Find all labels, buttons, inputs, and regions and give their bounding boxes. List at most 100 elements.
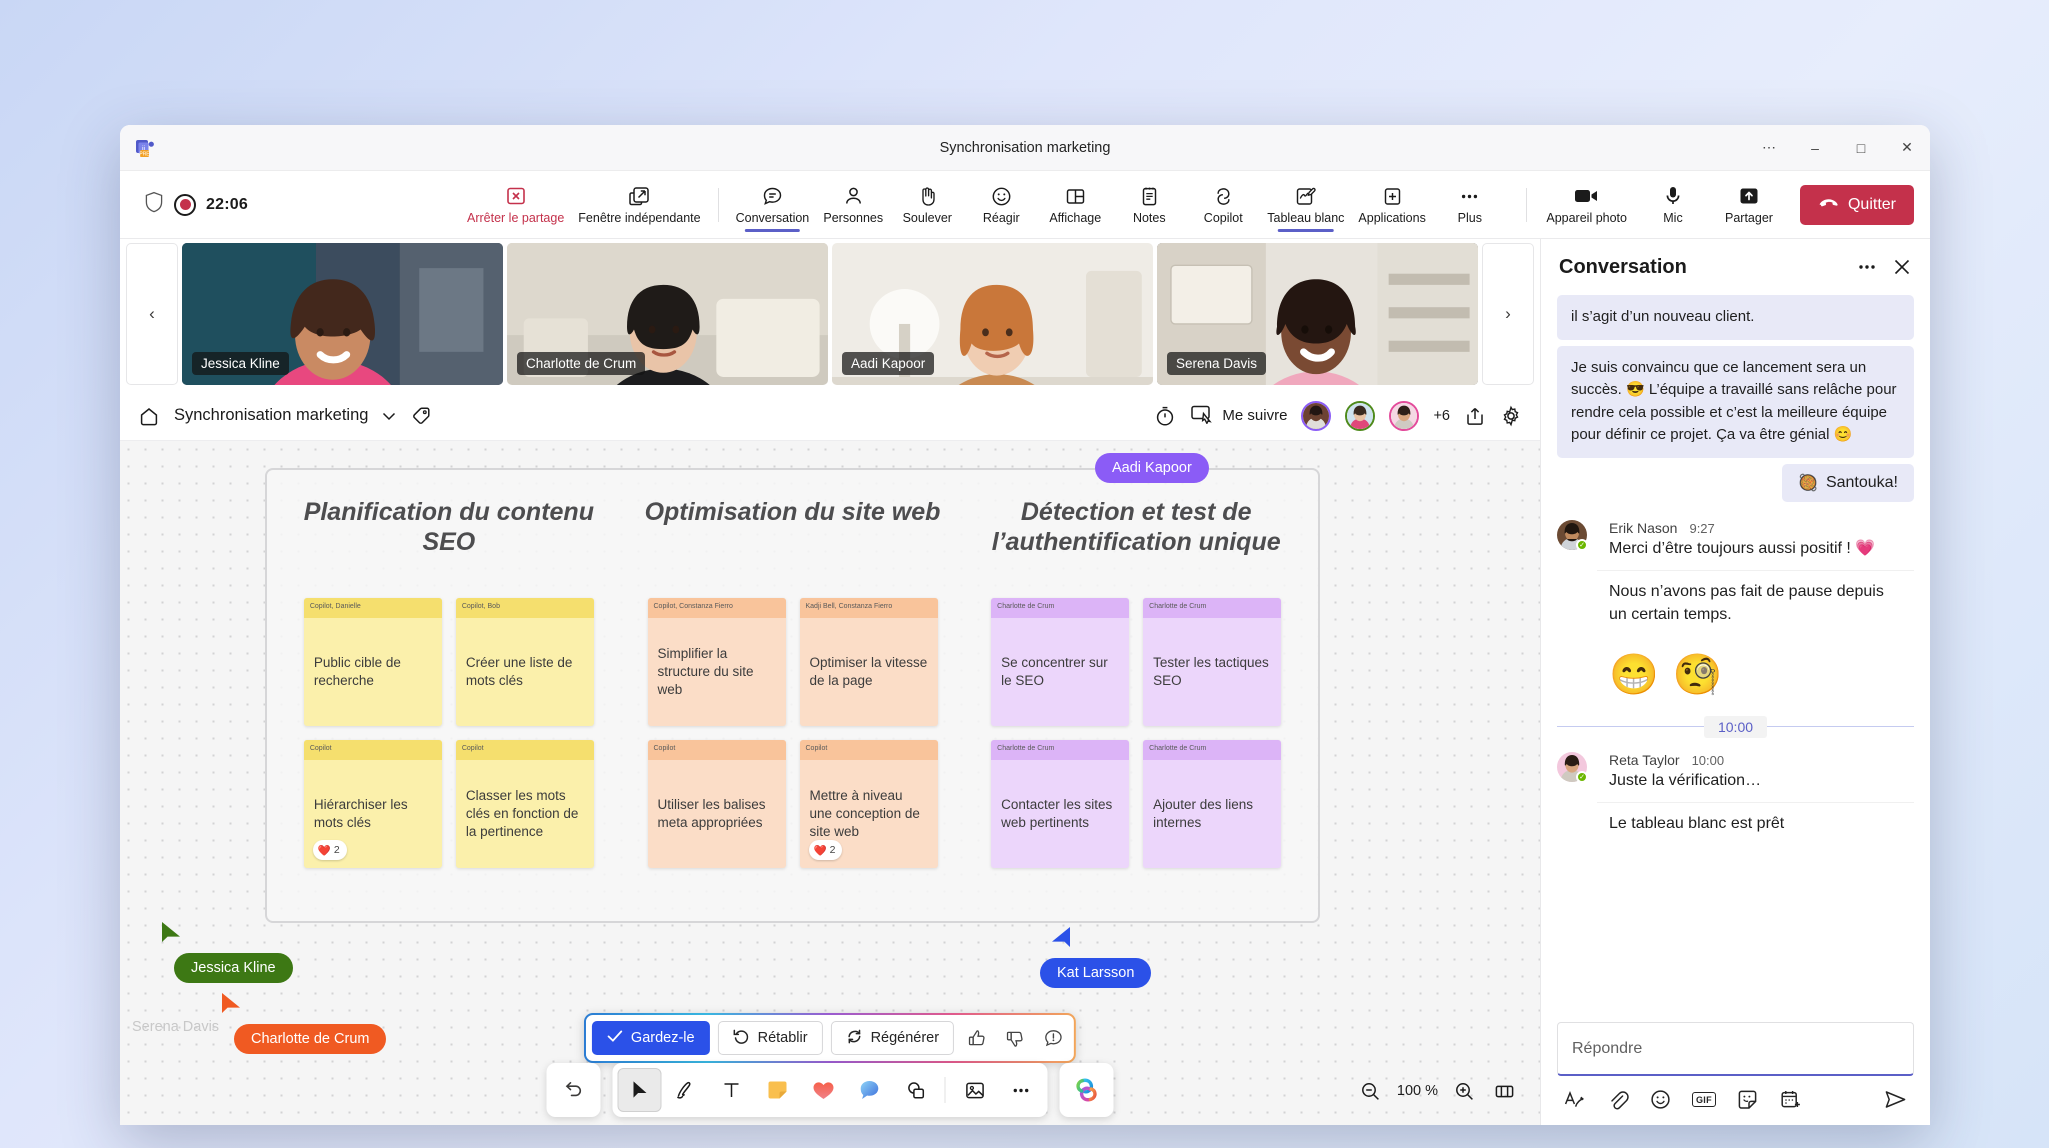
sticky-note-icon[interactable] [756,1068,800,1112]
thumbs-down-icon[interactable] [1000,1023,1030,1053]
sticky-note[interactable]: Copilot Utiliser les balises meta approp… [647,740,786,868]
sticky-note[interactable]: Copilot, Danielle Public cible de recher… [303,598,442,726]
sticky-note[interactable]: Copilot, Bob Créer une liste de mots clé… [455,598,594,726]
toolbar-item-raise-hand[interactable]: Soulever [890,177,964,233]
cursor-select-icon[interactable] [617,1068,662,1112]
more-dots-icon[interactable] [999,1068,1043,1112]
feedback-icon[interactable] [1038,1023,1068,1053]
close-icon[interactable] [1892,257,1912,277]
zoom-out-icon[interactable] [1353,1073,1389,1109]
chat-message-time: 9:27 [1689,520,1715,536]
whiteboard-icon [1294,184,1317,208]
mic-button[interactable]: Mic [1636,177,1710,233]
toolbar-item-whiteboard[interactable]: Tableau blanc [1260,177,1351,233]
camera-button[interactable]: Appareil photo [1539,177,1634,233]
toolbar-item-view[interactable]: Affichage [1038,177,1112,233]
keep-it-button[interactable]: Gardez-le [591,1021,710,1055]
schedule-icon[interactable] [1779,1088,1802,1111]
minimize-button[interactable]: – [1792,125,1838,171]
toolbar-item-people[interactable]: Personnes [816,177,890,233]
sticky-note[interactable]: Charlotte de Crum Contacter les sites we… [991,740,1130,868]
filmstrip-prev-button[interactable]: ‹ [126,243,178,385]
presence-badge: ✓ [1576,538,1588,551]
chevron-down-icon[interactable] [382,411,396,421]
meeting-toolbar-right: Appareil photo Mic Partager Quitter [1516,177,1914,233]
popout-window-button[interactable]: Fenêtre indépendante [571,177,707,233]
chat-message-list[interactable]: il s’agit d’un nouveau client. Je suis c… [1541,295,1930,1012]
text-icon[interactable] [710,1068,754,1112]
send-icon[interactable] [1883,1088,1908,1111]
toolbar-item-react[interactable]: Réagir [964,177,1038,233]
video-tile-jessica[interactable]: Jessica Kline [182,243,503,385]
image-icon[interactable] [953,1068,997,1112]
toolbar-item-conversation[interactable]: Conversation [729,177,817,233]
chat-input[interactable]: Répondre [1557,1022,1914,1076]
zoom-in-icon[interactable] [1446,1073,1482,1109]
sticky-note[interactable]: Charlotte de Crum Se concentrer sur le S… [991,598,1130,726]
sticky-note[interactable]: Kadji Bell, Constanza Fierro Optimiser l… [799,598,938,726]
toolbar-item-apps[interactable]: Applications [1351,177,1432,233]
sticky-note[interactable]: Charlotte de Crum Ajouter des liens inte… [1143,740,1282,868]
stop-share-button[interactable]: Arrêter le partage [460,177,571,233]
video-tile-aadi[interactable]: Aadi Kapoor [832,243,1153,385]
follow-me-button[interactable]: Me suivre [1190,404,1287,428]
leave-button[interactable]: Quitter [1799,184,1914,225]
presence-label: Jessica Kline [174,953,293,983]
gif-icon[interactable]: GIF [1692,1092,1716,1107]
copilot-group [1059,1063,1114,1117]
participant-overflow-count[interactable]: +6 [1433,408,1450,424]
tag-icon[interactable] [410,405,432,427]
note-reaction[interactable]: ❤️ 2 [808,840,843,860]
share-board-icon[interactable] [1464,405,1486,427]
sticky-note[interactable]: Charlotte de Crum Tester les tactiques S… [1143,598,1282,726]
toolbar-item-notes[interactable]: Notes [1112,177,1186,233]
more-dots-icon[interactable] [1856,256,1878,278]
pen-icon[interactable] [664,1068,708,1112]
avatar[interactable]: ✓ [1557,519,1588,551]
zoom-level[interactable]: 100 % [1393,1083,1442,1099]
note-reaction[interactable]: ❤️ 2 [312,840,347,860]
whiteboard-canvas[interactable]: Planification du contenu SEO Copilot, Da… [120,441,1540,1125]
copilot-rainbow-icon[interactable] [1065,1068,1109,1112]
toolbar-item-more[interactable]: Plus [1433,177,1507,233]
video-tile-charlotte[interactable]: Charlotte de Crum [507,243,828,385]
home-icon[interactable] [138,405,160,427]
chat-compose: Répondre GIF [1541,1012,1930,1125]
avatar[interactable] [1389,400,1420,431]
sticky-note[interactable]: Copilot Mettre à niveau une conception d… [799,740,938,868]
avatar[interactable] [1345,400,1376,431]
avatar[interactable] [1301,400,1332,431]
undo-arrow-icon[interactable] [552,1068,596,1112]
note-text: Tester les tactiques SEO [1153,655,1269,688]
board-column: Optimisation du site web Copilot, Consta… [629,488,957,907]
sticky-note[interactable]: Copilot, Constanza Fierro Simplifier la … [647,598,786,726]
heart-reaction-icon[interactable] [802,1068,846,1112]
emoji-icon[interactable] [1649,1088,1672,1111]
regenerate-label: Régénérer [870,1030,940,1046]
monocle-emoji-icon[interactable]: 🧐 [1673,651,1723,698]
speech-bubble-icon[interactable] [848,1068,892,1112]
grinning-emoji-icon[interactable]: 😁 [1609,651,1659,698]
fit-to-screen-icon[interactable] [1486,1073,1522,1109]
regenerate-button[interactable]: Régénérer [830,1021,955,1055]
thumbs-up-icon[interactable] [962,1023,992,1053]
share-button[interactable]: Partager [1712,177,1786,233]
timer-icon[interactable] [1154,405,1176,427]
format-text-icon[interactable] [1563,1088,1586,1111]
sticky-note[interactable]: Copilot Classer les mots clés en fonctio… [455,740,594,868]
note-author: Charlotte de Crum [991,740,1130,760]
sticker-icon[interactable] [1736,1088,1759,1111]
undo-button[interactable]: Rétablir [717,1021,823,1055]
maximize-button[interactable]: □ [1838,125,1884,171]
sticky-note[interactable]: Copilot Hiérarchiser les mots clés ❤️ 2 [303,740,442,868]
avatar[interactable]: ✓ [1557,751,1588,783]
gear-icon[interactable] [1500,405,1522,427]
shapes-icon[interactable] [894,1068,938,1112]
toolbar-item-copilot[interactable]: Copilot [1186,177,1260,233]
video-tile-serena[interactable]: Serena Davis [1157,243,1478,385]
window-more-button[interactable]: ⋯ [1746,125,1792,171]
attach-icon[interactable] [1606,1088,1629,1111]
filmstrip-next-button[interactable]: › [1482,243,1534,385]
close-button[interactable]: ✕ [1884,125,1930,171]
follow-me-icon [1190,404,1214,428]
